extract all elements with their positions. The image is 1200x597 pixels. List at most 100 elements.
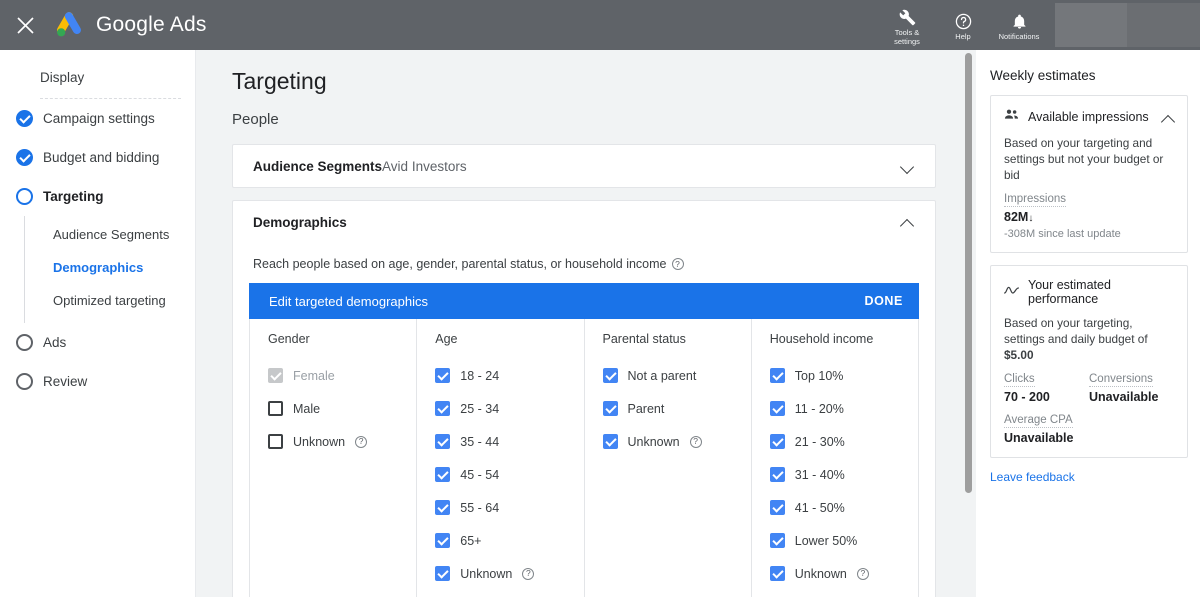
checkbox-age-65-plus[interactable]: [435, 533, 450, 548]
conversions-metric: Conversions Unavailable: [1089, 363, 1174, 404]
section-subtitle: People: [232, 111, 936, 128]
option-label: Unknown: [293, 435, 345, 449]
estimated-performance-header[interactable]: Your estimated performance: [1004, 278, 1174, 306]
option-age-25-34[interactable]: 25 - 34: [435, 392, 583, 425]
option-income-lower-50[interactable]: Lower 50%: [770, 524, 918, 557]
sidebar-subitem-demographics[interactable]: Demographics: [25, 251, 195, 284]
option-age-65-plus[interactable]: 65+: [435, 524, 583, 557]
sidebar-subitem-audience-segments[interactable]: Audience Segments: [25, 218, 195, 251]
sidebar-item-review[interactable]: Review: [0, 362, 195, 401]
checkbox-income-41-50[interactable]: [770, 500, 785, 515]
option-age-35-44[interactable]: 35 - 44: [435, 425, 583, 458]
option-gender-unknown[interactable]: Unknown ?: [268, 425, 416, 458]
clicks-label: Clicks: [1004, 373, 1035, 387]
audience-segments-header[interactable]: Audience Segments Avid Investors: [233, 145, 935, 187]
option-income-top-10[interactable]: Top 10%: [770, 359, 918, 392]
audience-segments-card: Audience Segments Avid Investors: [232, 144, 936, 188]
google-ads-logo-icon: [54, 12, 84, 38]
help-circle-icon[interactable]: ?: [522, 568, 534, 580]
option-not-a-parent[interactable]: Not a parent: [603, 359, 751, 392]
option-income-11-20[interactable]: 11 - 20%: [770, 392, 918, 425]
impressions-change-text: -308M since last update: [1004, 228, 1174, 240]
option-age-45-54[interactable]: 45 - 54: [435, 458, 583, 491]
checkbox-age-25-34[interactable]: [435, 401, 450, 416]
checkbox-income-top-10[interactable]: [770, 368, 785, 383]
option-parental-unknown[interactable]: Unknown ?: [603, 425, 751, 458]
chevron-down-icon[interactable]: [901, 159, 915, 173]
help-circle-icon[interactable]: ?: [672, 258, 684, 270]
checkbox-age-55-64[interactable]: [435, 500, 450, 515]
option-label: Female: [293, 369, 335, 383]
column-age: Age 18 - 24 25 - 34: [417, 319, 584, 597]
option-income-unknown[interactable]: Unknown ?: [770, 557, 918, 590]
option-parent[interactable]: Parent: [603, 392, 751, 425]
close-button[interactable]: [0, 0, 50, 50]
checkbox-age-18-24[interactable]: [435, 368, 450, 383]
checkbox-age-35-44[interactable]: [435, 434, 450, 449]
notifications-button[interactable]: Notifications: [991, 0, 1047, 50]
account-placeholder[interactable]: [1055, 3, 1200, 47]
help-button[interactable]: Help: [935, 0, 991, 50]
audience-segments-title: Audience Segments: [253, 159, 382, 174]
help-label: Help: [955, 33, 970, 42]
done-button[interactable]: DONE: [864, 294, 903, 308]
bell-icon: [1011, 12, 1028, 31]
page-body: Display Campaign settings Budget and bid…: [0, 50, 1200, 597]
option-label: 55 - 64: [460, 501, 499, 515]
option-age-unknown[interactable]: Unknown ?: [435, 557, 583, 590]
leave-feedback-link[interactable]: Leave feedback: [990, 470, 1188, 484]
column-header: Parental status: [585, 319, 751, 359]
tools-and-settings-button[interactable]: Tools & settings: [879, 0, 935, 50]
main-scrollbar[interactable]: [965, 53, 972, 493]
demographics-title: Demographics: [253, 215, 369, 230]
option-income-31-40[interactable]: 31 - 40%: [770, 458, 918, 491]
option-income-21-30[interactable]: 21 - 30%: [770, 425, 918, 458]
option-age-55-64[interactable]: 55 - 64: [435, 491, 583, 524]
column-options: Not a parent Parent Unknown ?: [585, 359, 751, 472]
cpa-metric: Average CPA Unavailable: [1004, 404, 1174, 445]
help-circle-icon[interactable]: ?: [690, 436, 702, 448]
sidebar-item-campaign-settings[interactable]: Campaign settings: [0, 99, 195, 138]
chevron-up-icon[interactable]: [901, 215, 915, 229]
sidebar-item-label: Ads: [43, 335, 66, 350]
checkbox-income-11-20[interactable]: [770, 401, 785, 416]
chevron-up-icon[interactable]: [1162, 111, 1174, 123]
sidebar-subitem-optimized-targeting[interactable]: Optimized targeting: [25, 284, 195, 317]
checkbox-income-lower-50[interactable]: [770, 533, 785, 548]
sidebar-item-label: Targeting: [43, 189, 104, 204]
checkbox-income-unknown[interactable]: [770, 566, 785, 581]
wrench-icon: [899, 8, 916, 27]
option-label: Not a parent: [628, 369, 697, 383]
people-icon: [1004, 108, 1019, 126]
option-label: Male: [293, 402, 320, 416]
sidebar-item-budget-and-bidding[interactable]: Budget and bidding: [0, 138, 195, 177]
column-options: Top 10% 11 - 20% 21 - 30%: [752, 359, 918, 597]
help-circle-icon[interactable]: ?: [355, 436, 367, 448]
weekly-estimates-panel: Weekly estimates Available impressions B…: [976, 50, 1200, 597]
checkbox-income-31-40[interactable]: [770, 467, 785, 482]
checkbox-age-unknown[interactable]: [435, 566, 450, 581]
checkbox-not-a-parent[interactable]: [603, 368, 618, 383]
demographics-header[interactable]: Demographics: [233, 201, 935, 243]
appbar-actions: Tools & settings Help Notifications: [879, 0, 1200, 50]
available-impressions-header[interactable]: Available impressions: [1004, 108, 1174, 126]
tools-and-settings-label: Tools & settings: [894, 29, 920, 46]
checkbox-gender-unknown[interactable]: [268, 434, 283, 449]
impressions-metric-value: 82M↓: [1004, 210, 1174, 224]
sidebar-item-targeting[interactable]: Targeting: [0, 177, 195, 216]
option-income-41-50[interactable]: 41 - 50%: [770, 491, 918, 524]
checkbox-income-21-30[interactable]: [770, 434, 785, 449]
checkbox-parental-unknown[interactable]: [603, 434, 618, 449]
column-options: 18 - 24 25 - 34 35 - 44: [417, 359, 583, 597]
checkbox-parent[interactable]: [603, 401, 618, 416]
help-circle-icon[interactable]: ?: [857, 568, 869, 580]
column-parental-status: Parental status Not a parent Parent: [585, 319, 752, 597]
brand[interactable]: Google Ads: [54, 12, 207, 38]
sidebar-item-ads[interactable]: Ads: [0, 323, 195, 362]
reach-description-text: Reach people based on age, gender, paren…: [253, 257, 667, 271]
impressions-number: 82M: [1004, 210, 1028, 224]
checkbox-age-45-54[interactable]: [435, 467, 450, 482]
checkbox-male[interactable]: [268, 401, 283, 416]
option-age-18-24[interactable]: 18 - 24: [435, 359, 583, 392]
option-male[interactable]: Male: [268, 392, 416, 425]
